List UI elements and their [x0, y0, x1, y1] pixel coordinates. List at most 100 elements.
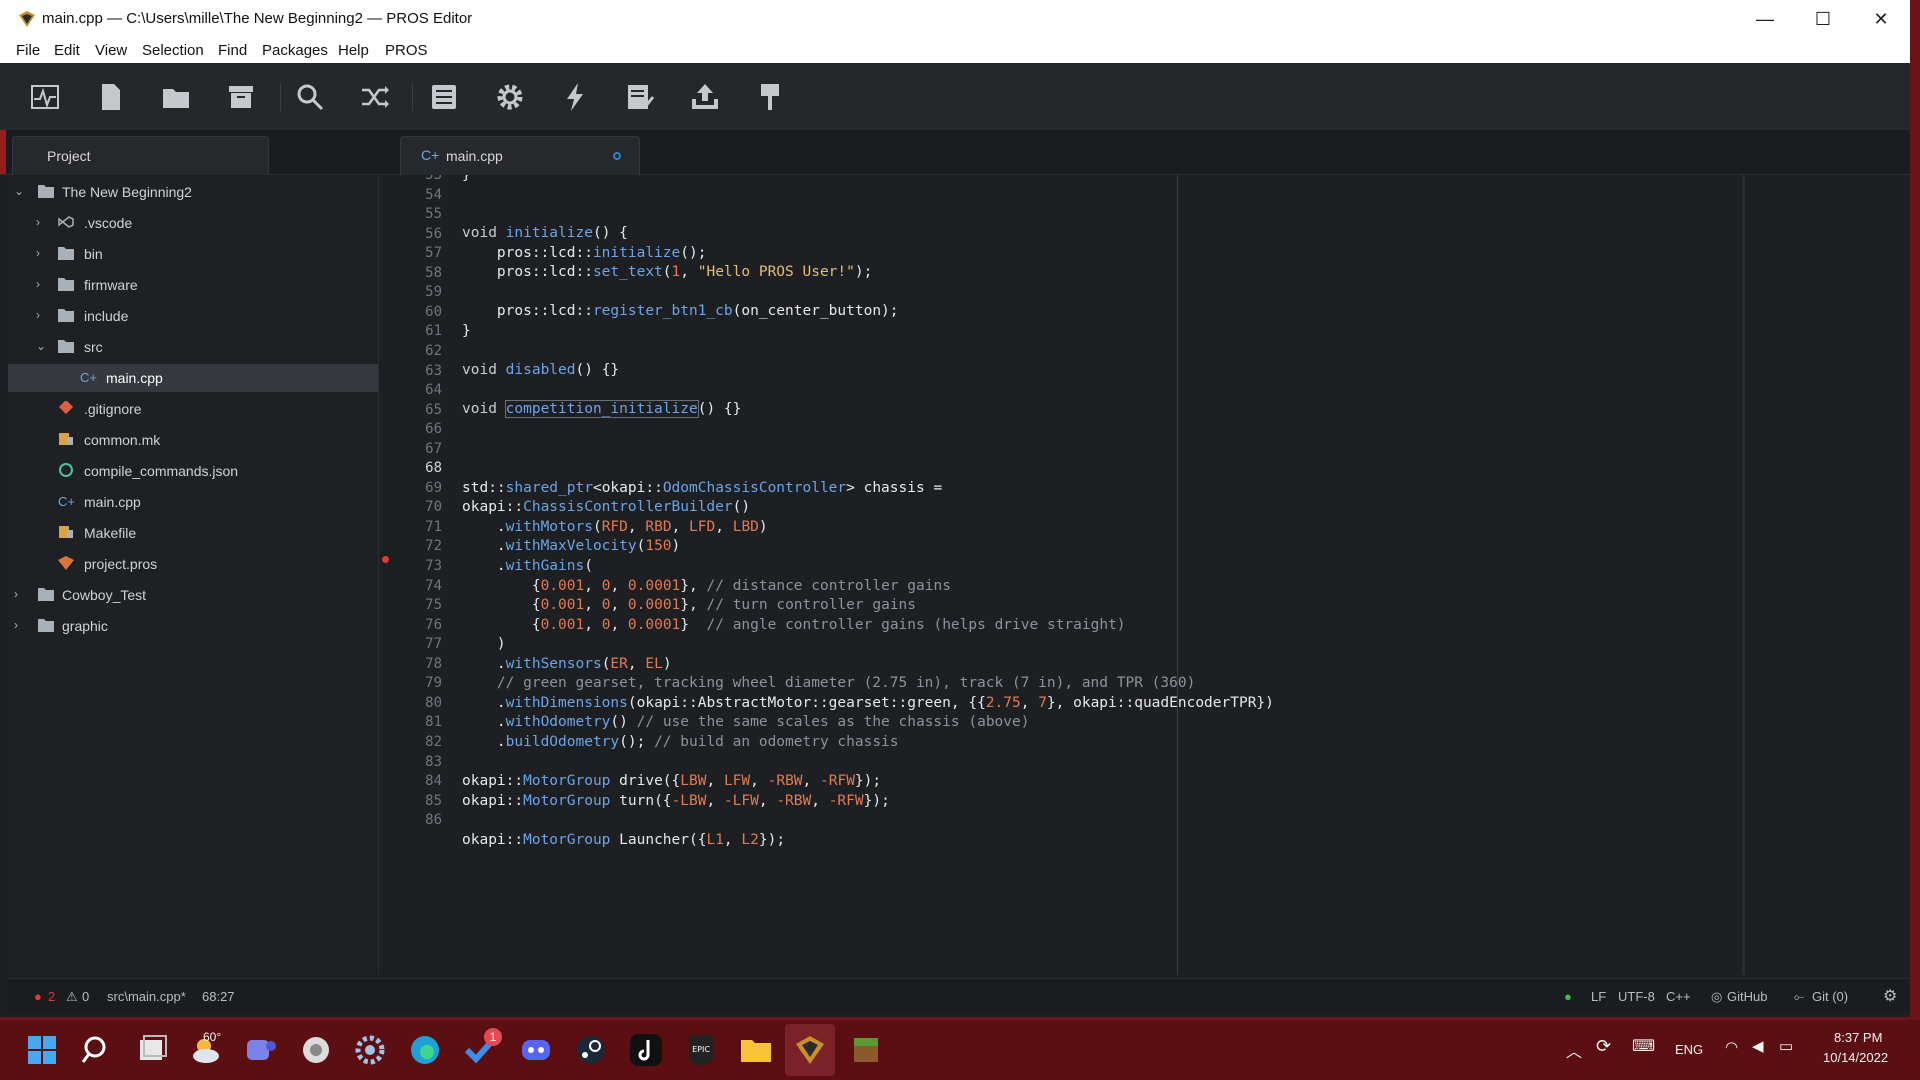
code-editor[interactable]: 53 54 55 56 57 58 59 60 61 62 63 64 65 66 67 68 69 70 71 72…: [380, 175, 1745, 975]
code-line: pros::lcd::register_btn1_cb(on_center_bu…: [462, 303, 899, 319]
lightning-icon[interactable]: [559, 81, 591, 113]
tree-item-root[interactable]: ⌄ The New Beginning2: [8, 178, 378, 206]
menu-file[interactable]: File: [16, 42, 40, 59]
battery-icon[interactable]: ▭: [1779, 1037, 1793, 1055]
tree-item-src-main-cpp[interactable]: C+ main.cpp: [8, 364, 378, 392]
code-line: {0.001, 0, 0.0001}, // turn controller g…: [462, 597, 917, 613]
paint-roller-icon[interactable]: [754, 81, 786, 113]
menu-help[interactable]: Help: [338, 42, 369, 59]
new-file-icon[interactable]: [94, 81, 126, 113]
github-icon[interactable]: ◎: [1711, 989, 1722, 1005]
list-icon[interactable]: [428, 81, 460, 113]
tree-item-src[interactable]: ⌄ src: [8, 333, 378, 361]
gear-icon[interactable]: [494, 81, 526, 113]
tiktok-icon[interactable]: [628, 1032, 664, 1068]
file-explorer-icon[interactable]: [738, 1032, 774, 1068]
close-button[interactable]: ✕: [1856, 6, 1906, 32]
tree-item-firmware[interactable]: › firmware: [8, 271, 378, 299]
toolbar-divider: [280, 83, 281, 111]
modified-indicator-icon[interactable]: [613, 152, 621, 160]
checklist-icon[interactable]: [624, 81, 656, 113]
keyboard-icon[interactable]: ⌨: [1632, 1036, 1655, 1056]
tree-item-label: graphic: [62, 618, 108, 634]
tree-item-compile-commands[interactable]: compile_commands.json: [8, 457, 378, 485]
line-number: 79: [425, 675, 442, 692]
error-count[interactable]: 2: [48, 989, 55, 1004]
tree-item-vscode[interactable]: › .vscode: [8, 209, 378, 237]
chevron-right-icon: ›: [14, 618, 18, 632]
status-github[interactable]: GitHub: [1727, 989, 1767, 1004]
menu-find[interactable]: Find: [218, 42, 247, 59]
tree-item-bin[interactable]: › bin: [8, 240, 378, 268]
steam-icon[interactable]: [573, 1032, 609, 1068]
language-indicator[interactable]: ENG: [1675, 1042, 1703, 1057]
error-marker-icon[interactable]: [382, 556, 389, 563]
tree-item-makefile[interactable]: Makefile: [8, 519, 378, 547]
minecraft-icon[interactable]: [848, 1032, 884, 1068]
tree-item-common-mk[interactable]: common.mk: [8, 426, 378, 454]
archive-icon[interactable]: [225, 81, 257, 113]
code-line: ): [462, 636, 506, 652]
maximize-button[interactable]: ☐: [1798, 6, 1848, 32]
settings-gear-icon[interactable]: ⚙: [1883, 986, 1897, 1006]
git-icon: [58, 401, 74, 415]
status-line-ending[interactable]: LF: [1591, 989, 1606, 1004]
search-icon[interactable]: [294, 81, 326, 113]
menu-edit[interactable]: Edit: [54, 42, 80, 59]
browser-icon[interactable]: [298, 1032, 334, 1068]
tree-item-include[interactable]: › include: [8, 302, 378, 330]
edge-icon[interactable]: [407, 1032, 443, 1068]
menu-view[interactable]: View: [95, 42, 127, 59]
sync-icon[interactable]: ⟳: [1596, 1036, 1611, 1057]
shuffle-icon[interactable]: [359, 81, 391, 113]
git-icon[interactable]: ⟜: [1794, 989, 1804, 1005]
folder-icon: [58, 309, 74, 322]
pulse-icon[interactable]: [29, 81, 61, 113]
tree-item-cowboy-test[interactable]: › Cowboy_Test: [8, 581, 378, 609]
status-encoding[interactable]: UTF-8: [1618, 989, 1655, 1004]
wifi-icon[interactable]: ◠: [1725, 1038, 1738, 1056]
title-bar: main.cpp — C:\Users\mille\The New Beginn…: [0, 0, 1910, 38]
pros-editor-icon[interactable]: [792, 1032, 828, 1068]
menu-packages[interactable]: Packages: [262, 42, 328, 59]
makefile-icon: [59, 526, 73, 538]
clock-time[interactable]: 8:37 PM: [1834, 1030, 1882, 1045]
minimize-button[interactable]: —: [1740, 6, 1790, 32]
status-file-path[interactable]: src\main.cpp*: [107, 989, 186, 1004]
settings-icon[interactable]: [352, 1032, 388, 1068]
teams-icon[interactable]: [243, 1032, 279, 1068]
code-line: pros::lcd::initialize();: [462, 245, 707, 261]
menu-selection[interactable]: Selection: [142, 42, 204, 59]
tab-project-label: Project: [47, 148, 91, 164]
task-view-icon[interactable]: [134, 1032, 170, 1068]
line-number: 77: [425, 636, 442, 653]
epic-games-icon[interactable]: EPIC: [683, 1032, 719, 1068]
status-grammar[interactable]: C++: [1666, 989, 1691, 1004]
search-icon[interactable]: [79, 1032, 115, 1068]
line-number: 58: [425, 264, 442, 281]
tree-item-gitignore[interactable]: .gitignore: [8, 395, 378, 423]
error-icon[interactable]: ●: [34, 989, 42, 1004]
menu-pros[interactable]: PROS: [385, 42, 428, 59]
tree-item-project-pros[interactable]: project.pros: [8, 550, 378, 578]
tray-chevron-up-icon[interactable]: ︿: [1566, 1038, 1582, 1062]
tree-item-label: Makefile: [84, 525, 137, 541]
clock-date[interactable]: 10/14/2022: [1823, 1050, 1888, 1065]
warning-icon[interactable]: ⚠: [66, 989, 78, 1005]
warning-count[interactable]: 0: [82, 989, 89, 1004]
tree-item-label: src: [84, 339, 103, 355]
tab-project[interactable]: Project: [12, 136, 269, 175]
windows-start-icon[interactable]: [24, 1032, 60, 1068]
line-number: 65: [425, 401, 442, 418]
tree-item-graphic[interactable]: › graphic: [8, 612, 378, 640]
discord-icon[interactable]: [518, 1032, 554, 1068]
open-folder-icon[interactable]: [160, 81, 192, 113]
status-git[interactable]: Git (0): [1812, 989, 1848, 1004]
upload-icon[interactable]: [689, 81, 721, 113]
volume-icon[interactable]: ◀: [1752, 1037, 1764, 1055]
line-number: 75: [425, 597, 442, 614]
status-cursor-position[interactable]: 68:27: [202, 989, 235, 1004]
tree-item-main-cpp[interactable]: C+ main.cpp: [8, 488, 378, 516]
tab-main-cpp[interactable]: C+ main.cpp: [400, 136, 640, 175]
vertical-scrollbar[interactable]: [1742, 175, 1745, 975]
